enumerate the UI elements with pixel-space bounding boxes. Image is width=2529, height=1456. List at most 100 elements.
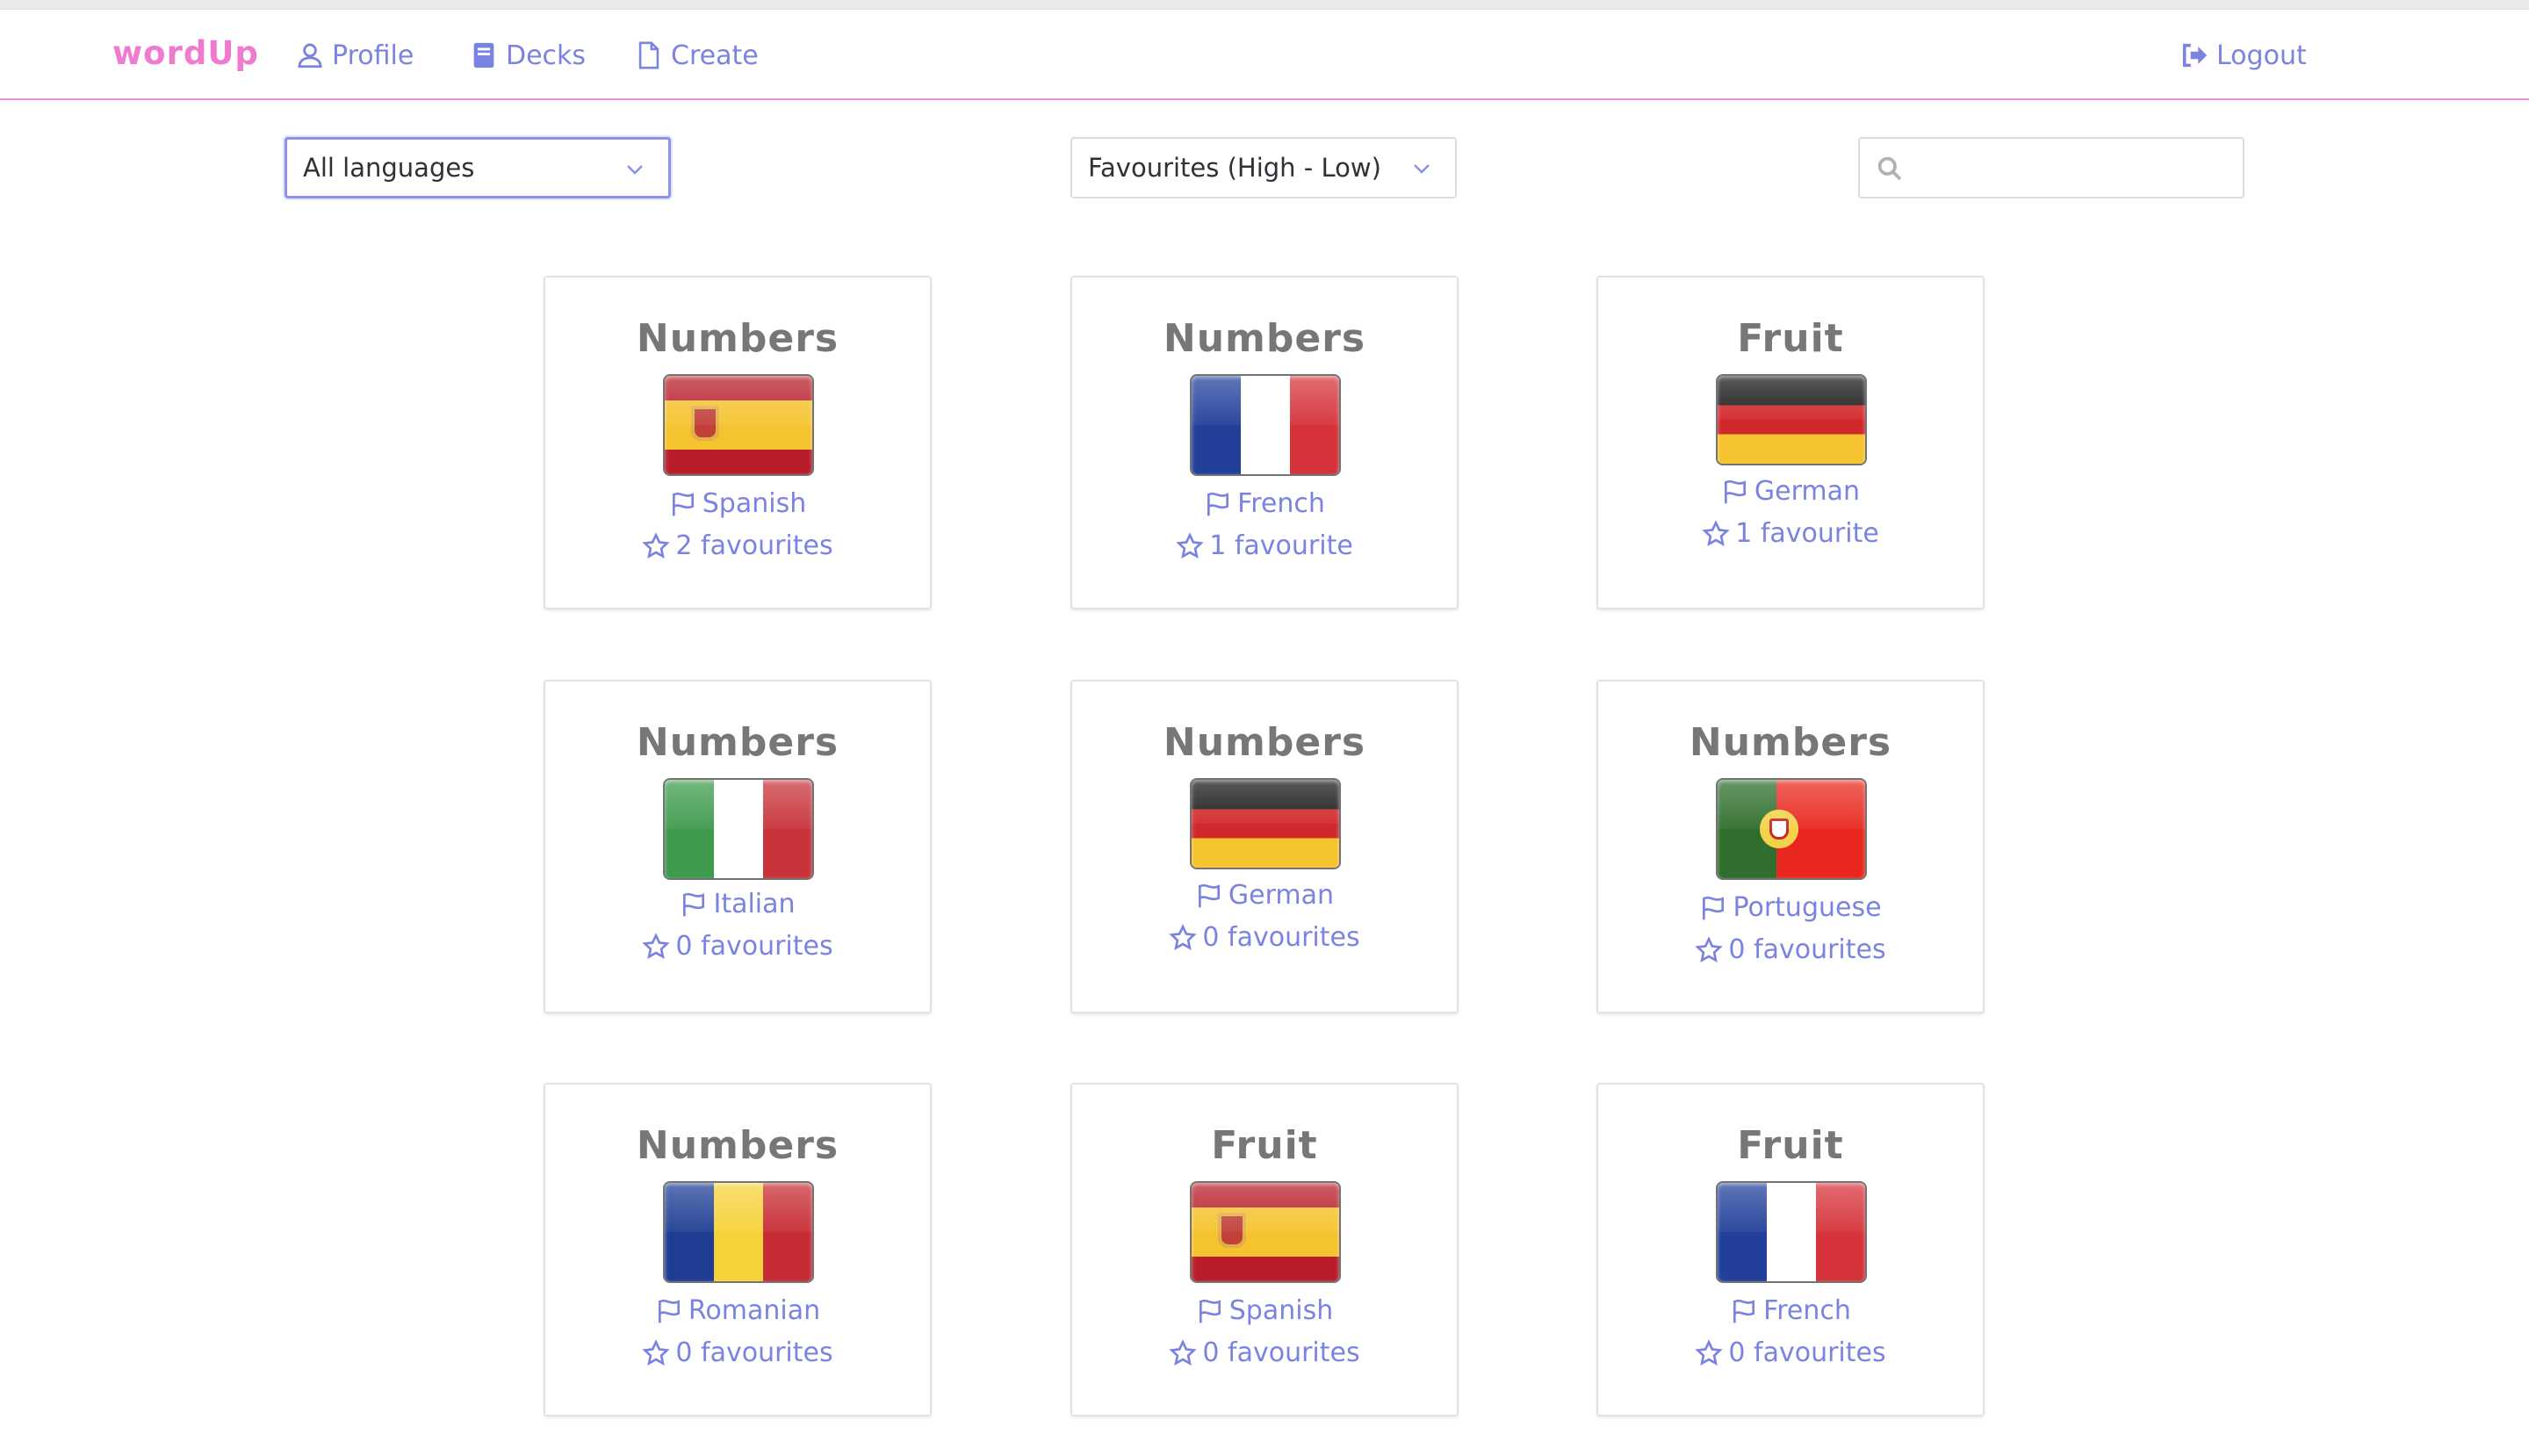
deck-favourites-label: 0 favourites xyxy=(675,1337,833,1368)
nav-profile-link[interactable]: Profile xyxy=(295,36,414,75)
file-icon xyxy=(638,41,659,69)
nav-logout-link[interactable]: Logout xyxy=(2180,36,2307,75)
deck-card[interactable]: Fruit Spanish 0 favourites xyxy=(1070,1083,1459,1416)
nav-create-link[interactable]: Create xyxy=(634,36,759,75)
deck-title: Fruit xyxy=(1211,1123,1318,1168)
user-icon xyxy=(298,43,322,68)
deck-card[interactable]: Numbers Italian 0 favourites xyxy=(544,680,932,1013)
germany-flag-icon xyxy=(1192,780,1339,868)
deck-favourites: 0 favourites xyxy=(1072,1337,1457,1368)
nav-decks-link[interactable]: Decks xyxy=(469,36,586,75)
deck-title: Numbers xyxy=(1689,720,1892,765)
deck-card[interactable]: Numbers French 1 favourite xyxy=(1070,276,1459,609)
deck-language: French xyxy=(1598,1295,1983,1326)
deck-language: Spanish xyxy=(1072,1295,1457,1326)
deck-language-label: French xyxy=(1237,488,1325,519)
deck-card[interactable]: Numbers German 0 favourites xyxy=(1070,680,1459,1013)
star-icon xyxy=(1695,935,1724,962)
star-icon xyxy=(1702,519,1730,546)
nav-profile-label: Profile xyxy=(332,40,414,71)
flag-icon xyxy=(1207,492,1229,515)
deck-card[interactable]: Numbers Spanish 2 favourites xyxy=(544,276,932,609)
deck-language-label: Italian xyxy=(713,889,796,919)
deck-card[interactable]: Fruit German 1 favourite xyxy=(1596,276,1985,609)
deck-favourites: 1 favourite xyxy=(1598,518,1983,549)
nav-decks-label: Decks xyxy=(506,40,587,71)
language-filter-select[interactable]: All languages xyxy=(285,137,671,198)
germany-flag-icon xyxy=(1718,376,1865,464)
spain-flag-icon xyxy=(665,376,812,474)
deck-card[interactable]: Numbers Portuguese 0 favourites xyxy=(1596,680,1985,1013)
deck-language-label: French xyxy=(1763,1295,1851,1326)
spain-flag-icon xyxy=(1192,1183,1339,1281)
flag-icon xyxy=(1703,896,1725,919)
star-icon xyxy=(642,1338,671,1366)
deck-favourites-label: 2 favourites xyxy=(675,530,833,561)
deck-favourites-label: 0 favourites xyxy=(675,931,833,962)
search-icon xyxy=(1877,156,1902,181)
deck-favourites: 0 favourites xyxy=(545,931,930,962)
deck-title: Fruit xyxy=(1737,316,1844,361)
book-icon xyxy=(473,42,494,68)
deck-favourites: 0 favourites xyxy=(1598,1337,1983,1368)
language-filter-value: All languages xyxy=(303,153,475,183)
deck-title: Numbers xyxy=(636,720,839,765)
france-flag-icon xyxy=(1192,376,1339,474)
deck-favourites-label: 0 favourites xyxy=(1202,1337,1360,1368)
deck-language-label: German xyxy=(1754,476,1861,507)
flag-icon xyxy=(1198,883,1220,907)
flag-icon xyxy=(1724,479,1746,503)
flag-icon xyxy=(672,492,694,515)
deck-language: Portuguese xyxy=(1598,892,1983,923)
italy-flag-icon xyxy=(665,780,812,878)
brand-logo[interactable]: wordUp xyxy=(112,34,259,72)
flag-icon xyxy=(1199,1299,1221,1323)
browser-top-strip xyxy=(0,0,2529,10)
deck-language-label: Spanish xyxy=(702,488,807,519)
chevron-down-icon xyxy=(1414,164,1430,174)
deck-favourites-label: 1 favourite xyxy=(1209,530,1353,561)
deck-language-label: Romanian xyxy=(688,1295,821,1326)
portugal-flag-icon xyxy=(1718,780,1865,878)
deck-language: Italian xyxy=(545,889,930,919)
star-icon xyxy=(1176,531,1204,559)
deck-language: Romanian xyxy=(545,1295,930,1326)
nav-create-label: Create xyxy=(671,40,759,71)
deck-title: Numbers xyxy=(1163,720,1366,765)
nav-logout-label: Logout xyxy=(2216,40,2307,71)
deck-favourites-label: 0 favourites xyxy=(1728,1337,1886,1368)
flag-icon xyxy=(658,1299,680,1323)
star-icon xyxy=(1169,923,1198,950)
deck-favourites-label: 0 favourites xyxy=(1202,922,1360,953)
deck-language-label: Portuguese xyxy=(1733,892,1882,923)
france-flag-icon xyxy=(1718,1183,1865,1281)
deck-title: Numbers xyxy=(1163,316,1366,361)
deck-title: Fruit xyxy=(1737,1123,1844,1168)
sort-select[interactable]: Favourites (High - Low) xyxy=(1070,137,1457,198)
deck-favourites: 1 favourite xyxy=(1072,530,1457,561)
deck-card[interactable]: Numbers Romanian 0 favourites xyxy=(544,1083,932,1416)
deck-language: French xyxy=(1072,488,1457,519)
deck-language: German xyxy=(1598,476,1983,507)
deck-title: Numbers xyxy=(636,316,839,361)
deck-favourites-label: 0 favourites xyxy=(1728,934,1886,965)
search-input[interactable] xyxy=(1918,146,2229,191)
deck-language-label: Spanish xyxy=(1228,1295,1334,1326)
deck-language: Spanish xyxy=(545,488,930,519)
deck-favourites-label: 1 favourite xyxy=(1735,518,1879,549)
star-icon xyxy=(1169,1338,1198,1366)
star-icon xyxy=(1695,1338,1724,1366)
deck-favourites: 2 favourites xyxy=(545,530,930,561)
flag-icon xyxy=(683,892,705,916)
deck-title: Numbers xyxy=(636,1123,839,1168)
deck-language-label: German xyxy=(1228,880,1335,911)
deck-favourites: 0 favourites xyxy=(1598,934,1983,965)
deck-card[interactable]: Fruit French 0 favourites xyxy=(1596,1083,1985,1416)
top-navbar: wordUp Profile Decks Create Logout xyxy=(0,10,2529,100)
search-box xyxy=(1858,137,2244,198)
star-icon xyxy=(642,932,671,959)
sort-value: Favourites (High - Low) xyxy=(1088,153,1381,183)
deck-favourites: 0 favourites xyxy=(1072,922,1457,953)
flag-icon xyxy=(1733,1299,1755,1323)
deck-language: German xyxy=(1072,880,1457,911)
